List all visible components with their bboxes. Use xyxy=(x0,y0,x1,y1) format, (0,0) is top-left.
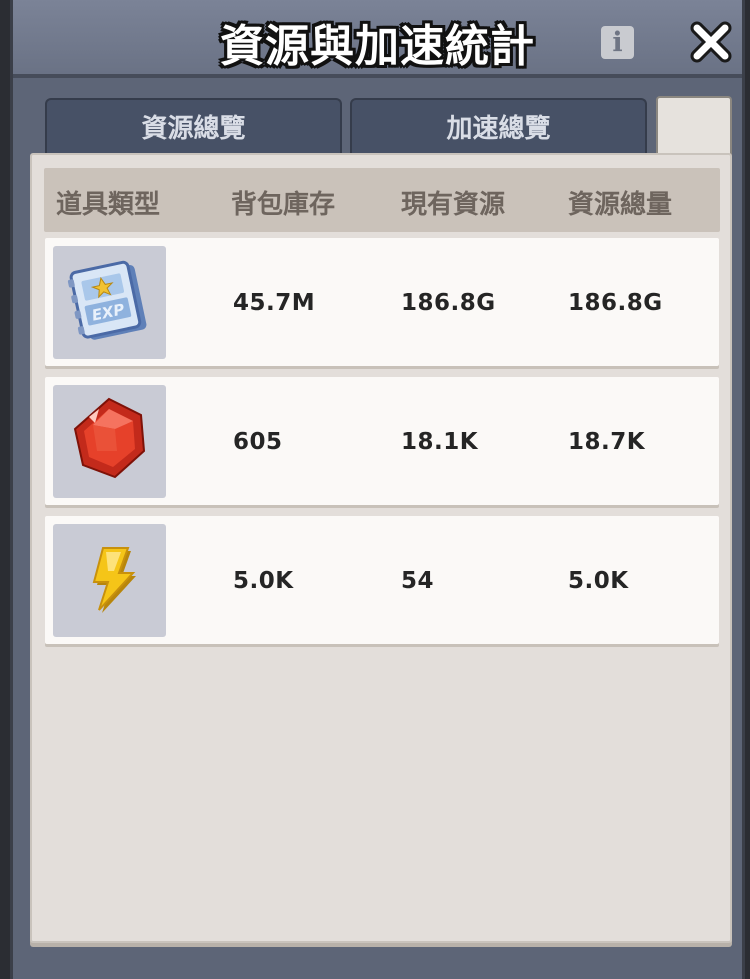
current-value: 18.1K xyxy=(401,429,479,455)
current-value: 186.8G xyxy=(401,290,496,316)
item-icon-box: EXP xyxy=(53,246,166,359)
table-row[interactable]: EXP 45.7M 186.8G 186.8G xyxy=(45,238,719,366)
red-gem-icon xyxy=(73,397,146,479)
column-header-total: 資源總量 xyxy=(568,190,673,220)
table-row[interactable]: 5.0K 54 5.0K xyxy=(45,516,719,644)
tab-speedup-overview[interactable]: 加速總覽 xyxy=(350,98,647,155)
info-button[interactable]: i xyxy=(601,26,634,59)
inventory-value: 605 xyxy=(233,429,283,455)
tab-blank[interactable] xyxy=(656,96,732,156)
total-value: 18.7K xyxy=(568,429,646,455)
tab-resource-overview[interactable]: 資源總覽 xyxy=(45,98,342,155)
info-icon: i xyxy=(612,27,623,58)
item-icon-box xyxy=(53,385,166,498)
table-header: 道具類型 背包庫存 現有資源 資源總量 xyxy=(44,168,720,232)
inventory-value: 45.7M xyxy=(233,290,316,316)
item-icon-box xyxy=(53,524,166,637)
inventory-value: 5.0K xyxy=(233,568,294,594)
current-value: 54 xyxy=(401,568,435,594)
total-value: 5.0K xyxy=(568,568,629,594)
column-header-current: 現有資源 xyxy=(401,190,506,220)
content-panel: 道具類型 背包庫存 現有資源 資源總量 EXP 45.7M 186.8G 186… xyxy=(30,153,732,943)
total-value: 186.8G xyxy=(568,290,663,316)
lightning-bolt-icon xyxy=(92,547,136,613)
tab-label: 資源總覽 xyxy=(141,114,246,144)
close-icon[interactable] xyxy=(689,20,733,64)
dialog-frame: 資源與加速統計 i 資源總覽 加速總覽 道具類型 背包庫存 現有資源 資源總量 xyxy=(10,0,745,979)
tab-label: 加速總覽 xyxy=(446,114,551,144)
table-row[interactable]: 605 18.1K 18.7K xyxy=(45,377,719,505)
dialog-header: 資源與加速統計 i xyxy=(13,0,742,78)
column-header-inventory: 背包庫存 xyxy=(231,190,336,220)
column-header-item-type: 道具類型 xyxy=(56,190,161,220)
exp-book-icon: EXP xyxy=(67,260,147,340)
